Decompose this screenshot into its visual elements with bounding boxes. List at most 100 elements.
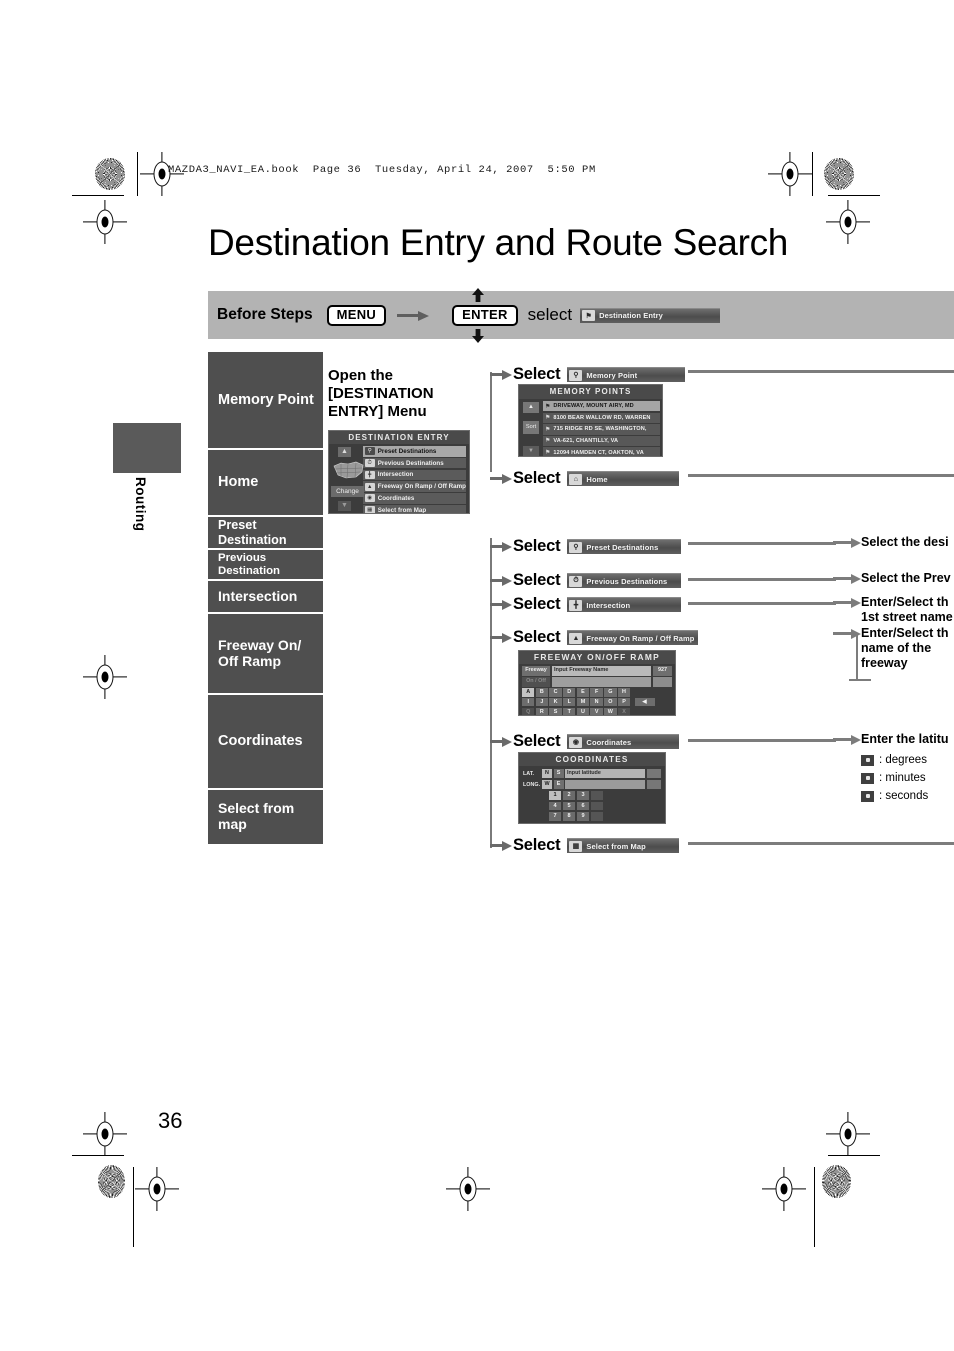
- badge-home[interactable]: ⌂ Home: [567, 471, 680, 486]
- destination-entry-badge[interactable]: ⚑ Destination Entry: [580, 307, 721, 323]
- destination-entry-screen: DESTINATION ENTRY ▲ Change ▼ ⚲ Preset De…: [328, 430, 470, 514]
- scroll-up-icon[interactable]: ▲: [523, 402, 539, 413]
- key-O[interactable]: O: [604, 697, 617, 707]
- registration-target-left-center: [83, 655, 127, 699]
- key-3[interactable]: 3: [577, 791, 589, 800]
- badge-preset-destinations[interactable]: ⚲ Preset Destinations: [567, 539, 682, 554]
- badge-freeway-ramp[interactable]: ▲ Freeway On Ramp / Off Ramp: [567, 630, 699, 645]
- freeway-name-input[interactable]: Input Freeway Name: [552, 666, 651, 676]
- key-8[interactable]: 8: [563, 812, 575, 821]
- key-1[interactable]: 1: [549, 791, 561, 800]
- key-B[interactable]: B: [535, 688, 549, 697]
- badge-memory-point[interactable]: ⚲ Memory Point: [567, 367, 686, 382]
- key-L[interactable]: L: [563, 697, 576, 707]
- list-item[interactable]: ⚑ VA-621, CHANTILLY, VA: [543, 435, 660, 447]
- key-0[interactable]: 0: [563, 822, 575, 823]
- sidebar-item-intersection[interactable]: Intersection: [208, 581, 323, 612]
- key-D[interactable]: D: [563, 688, 576, 697]
- key-F[interactable]: F: [590, 688, 603, 697]
- key-P[interactable]: P: [617, 697, 631, 707]
- key-N[interactable]: N: [590, 697, 603, 707]
- key-7[interactable]: 7: [549, 812, 561, 821]
- key-K[interactable]: K: [549, 697, 562, 707]
- key-R[interactable]: R: [535, 707, 549, 715]
- key-W[interactable]: W: [604, 707, 617, 715]
- key-G[interactable]: G: [604, 688, 617, 697]
- key-C[interactable]: C: [549, 688, 562, 697]
- badge-intersection[interactable]: ╋ Intersection: [567, 597, 682, 612]
- scroll-down-icon[interactable]: ▼: [523, 446, 539, 456]
- list-item[interactable]: ⚑ 715 RIDGE RD SE, WASHINGTON,: [543, 424, 660, 435]
- menu-row-previous-destinations[interactable]: ⏱ Previous Destinations: [362, 457, 466, 469]
- scroll-up-icon[interactable]: ▲: [338, 447, 351, 457]
- annotation-leader-intersection: [688, 602, 836, 605]
- badge-coordinates[interactable]: ◉ Coordinates: [567, 734, 680, 749]
- latitude-south-toggle[interactable]: S: [553, 769, 564, 778]
- latitude-backspace-icon[interactable]: [647, 769, 661, 778]
- enter-key-button[interactable]: ENTER: [452, 304, 518, 326]
- sidebar-item-preset-destination[interactable]: Preset Destination: [208, 517, 323, 548]
- key-T[interactable]: T: [563, 707, 576, 715]
- list-item[interactable]: ⚑ 12094 HAMDEN CT, OAKTON, VA: [543, 447, 660, 456]
- key-A[interactable]: A: [522, 688, 535, 697]
- menu-row-select-from-map[interactable]: ▦ Select from Map: [362, 504, 466, 513]
- key-2[interactable]: 2: [563, 791, 575, 800]
- longitude-backspace-icon[interactable]: [647, 780, 661, 789]
- ok-button[interactable]: OK: [599, 822, 623, 823]
- longitude-input[interactable]: [565, 780, 645, 789]
- key-9[interactable]: 9: [577, 812, 589, 821]
- change-button[interactable]: Change: [331, 486, 364, 497]
- key-5[interactable]: 5: [563, 801, 575, 811]
- sidebar-item-freeway-ramp[interactable]: Freeway On/ Off Ramp: [208, 614, 323, 693]
- longitude-row: LONG. W E: [523, 780, 661, 789]
- key-Q[interactable]: Q: [522, 707, 535, 715]
- keyboard-row: Q R S T U V W X: [522, 707, 672, 715]
- menu-row-coordinates[interactable]: ◉ Coordinates: [362, 493, 466, 504]
- onoff-input[interactable]: [552, 677, 651, 687]
- menu-row-freeway-ramp[interactable]: ▲ Freeway On Ramp / Off Ramp: [362, 481, 466, 492]
- page-title: Destination Entry and Route Search: [208, 222, 789, 263]
- freeway-tag[interactable]: Freeway: [522, 666, 550, 676]
- arrow-down-icon: [471, 328, 484, 343]
- menu-key-button[interactable]: MENU: [326, 304, 387, 326]
- key-M[interactable]: M: [576, 697, 590, 707]
- key-X[interactable]: X: [617, 707, 631, 715]
- key-I[interactable]: I: [522, 697, 535, 707]
- menu-row-preset-destinations[interactable]: ⚲ Preset Destinations: [362, 446, 466, 457]
- onoff-row: On / Off: [522, 677, 672, 687]
- list-item[interactable]: ⚑ 8100 BEAR WALLOW RD, WARREN ▶: [543, 412, 660, 423]
- annotation-coordinates: Enter the latitu: [833, 732, 949, 747]
- sidebar-item-select-from-map[interactable]: Select from map: [208, 790, 323, 844]
- latitude-input[interactable]: Input latitude: [565, 769, 645, 778]
- sidebar-item-previous-destination[interactable]: Previous Destination: [208, 550, 323, 579]
- badge-previous-destinations[interactable]: ⏱ Previous Destinations: [567, 573, 682, 588]
- scroll-down-icon[interactable]: ▼: [338, 501, 351, 511]
- keypad-row: 1 2 3: [549, 791, 661, 800]
- arrow-right-icon: [833, 538, 861, 548]
- key-4[interactable]: 4: [549, 801, 561, 811]
- key-V[interactable]: V: [590, 707, 603, 715]
- memory-point-icon: ⚲: [569, 369, 583, 381]
- key-U[interactable]: U: [576, 707, 590, 715]
- backspace-key[interactable]: ◀: [634, 697, 655, 707]
- keypad-spacer: [591, 801, 603, 811]
- key-E[interactable]: E: [576, 688, 590, 697]
- coordinate-unit-legend: : degrees : minutes : seconds: [861, 754, 928, 808]
- sidebar-item-memory-point[interactable]: Memory Point: [208, 352, 323, 448]
- longitude-west-toggle[interactable]: W: [542, 780, 552, 789]
- key-6[interactable]: 6: [577, 801, 589, 811]
- onoff-tag[interactable]: On / Off: [522, 677, 550, 687]
- sidebar-item-home[interactable]: Home: [208, 450, 323, 515]
- sidebar-item-coordinates[interactable]: Coordinates: [208, 695, 323, 788]
- menu-row-intersection[interactable]: ╋ Intersection: [362, 469, 466, 481]
- list-item[interactable]: ⚑ DRIVEWAY, MOUNT AIRY, MD: [543, 401, 660, 412]
- badge-select-from-map[interactable]: ▦ Select from Map: [567, 838, 680, 853]
- key-J[interactable]: J: [535, 697, 549, 707]
- registration-circle-top-left: [95, 158, 125, 190]
- latitude-north-toggle[interactable]: N: [542, 769, 552, 778]
- key-S[interactable]: S: [549, 707, 562, 715]
- registration-target-mid-left: [83, 200, 127, 244]
- sort-button[interactable]: Sort: [523, 421, 539, 434]
- longitude-east-toggle[interactable]: E: [553, 780, 564, 789]
- key-H[interactable]: H: [617, 688, 631, 697]
